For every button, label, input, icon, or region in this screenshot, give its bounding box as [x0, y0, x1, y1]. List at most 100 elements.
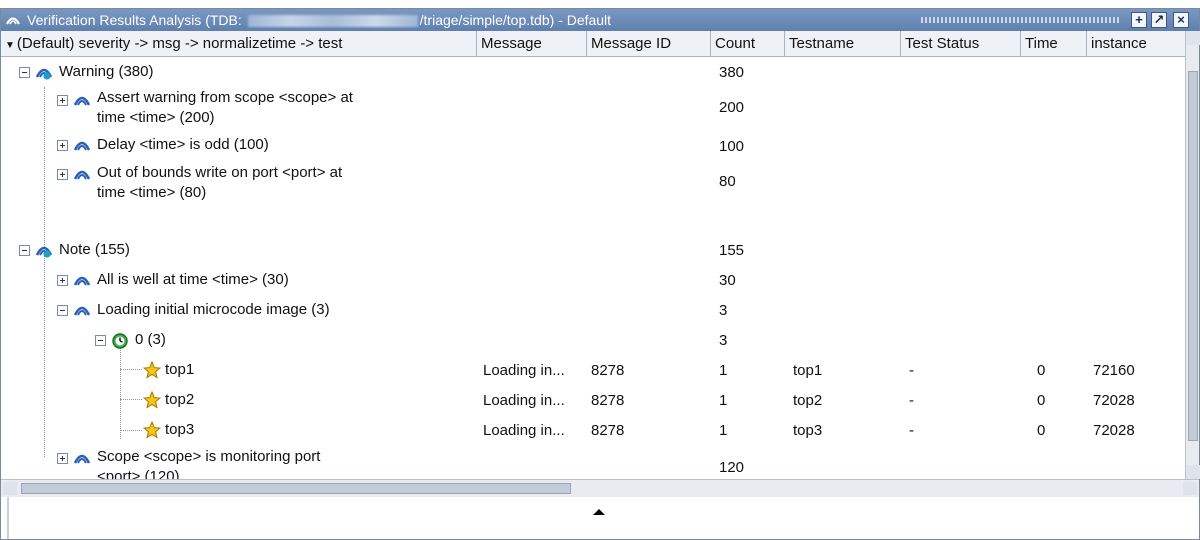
- count-cell: 100: [719, 138, 745, 155]
- message-id-cell: 8278: [591, 362, 625, 379]
- scroll-up-button[interactable]: [1186, 31, 1200, 45]
- count-cell: 3: [719, 302, 728, 319]
- collapse-toggle[interactable]: [19, 245, 30, 256]
- testname-cell: top2: [793, 392, 823, 409]
- tree-row-test[interactable]: top3 Loading in... 8278 1 top3 - 0 72028: [1, 417, 1185, 447]
- vertical-scrollbar[interactable]: [1185, 31, 1200, 479]
- row-label: Delay <time> is odd (100): [97, 136, 269, 153]
- row-label: Warning (380): [59, 63, 154, 80]
- instance-cell: 72160: [1093, 362, 1135, 379]
- count-cell: 1: [719, 422, 728, 439]
- count-cell: 1: [719, 362, 728, 379]
- tree-row-message[interactable]: All is well at time <time> (30) 30: [1, 267, 1185, 297]
- severity-group-icon: [35, 246, 53, 258]
- clock-icon: [112, 333, 128, 349]
- window-title-suffix: /triage/simple/top.tdb) - Default: [419, 12, 612, 28]
- expand-toggle[interactable]: [57, 140, 68, 151]
- row-label-line-2: time <time> (80): [97, 184, 207, 201]
- collapse-toggle[interactable]: [19, 67, 30, 78]
- instance-cell: 72028: [1093, 422, 1135, 439]
- message-cell: Loading in...: [483, 422, 565, 439]
- scroll-left-button[interactable]: [3, 482, 17, 495]
- cropped-heading-strip: [0, 0, 1200, 8]
- dropdown-arrow-icon[interactable]: ▼: [5, 40, 15, 51]
- column-header: ▼ (Default) severity -> msg -> normalizet…: [1, 31, 1185, 57]
- verification-results-window: Verification Results Analysis (TDB: /tri…: [0, 8, 1200, 540]
- tree-row-message[interactable]: Loading initial microcode image (3) 3: [1, 297, 1185, 327]
- tree-row-message[interactable]: Delay <time> is odd (100) 100: [1, 131, 1185, 161]
- splitter-expand-arrow-icon[interactable]: [593, 509, 605, 515]
- scroll-right-button[interactable]: [1183, 482, 1197, 495]
- row-label-line-2: time <time> (200): [97, 109, 215, 126]
- redacted-path: [247, 15, 418, 28]
- expand-toggle[interactable]: [57, 275, 68, 286]
- message-group-icon: [73, 170, 91, 180]
- collapse-toggle[interactable]: [57, 305, 68, 316]
- instance-cell: 72028: [1093, 392, 1135, 409]
- undock-button[interactable]: ↗: [1151, 12, 1167, 28]
- row-label-line-1: Scope <scope> is monitoring port: [97, 448, 321, 465]
- column-test-status[interactable]: Test Status: [901, 31, 1021, 57]
- expand-toggle[interactable]: [57, 453, 68, 464]
- row-label: top2: [165, 391, 195, 408]
- vertical-scroll-thumb[interactable]: [1188, 71, 1198, 441]
- bottom-pane: [1, 497, 1199, 539]
- row-label: All is well at time <time> (30): [97, 271, 289, 288]
- row-label-line-1: Assert warning from scope <scope> at: [97, 89, 353, 106]
- scroll-down-button[interactable]: [1186, 465, 1200, 479]
- message-id-cell: 8278: [591, 392, 625, 409]
- tree-row-message[interactable]: Assert warning from scope <scope> at tim…: [1, 87, 1185, 131]
- tree-hierarchy-label: (Default) severity -> msg -> normalizeti…: [16, 35, 343, 52]
- column-time[interactable]: Time: [1021, 31, 1087, 57]
- horizontal-scroll-thumb[interactable]: [21, 483, 571, 494]
- column-tree-hierarchy[interactable]: ▼ (Default) severity -> msg -> normalizet…: [1, 31, 477, 57]
- count-cell: 3: [719, 332, 728, 349]
- column-instance[interactable]: instance: [1087, 31, 1185, 57]
- severity-group-icon: [35, 68, 53, 80]
- app-icon: [6, 17, 20, 25]
- tree-row-note[interactable]: Note (155) 155: [1, 237, 1185, 267]
- count-cell: 80: [719, 173, 736, 190]
- message-group-icon: [73, 306, 91, 316]
- horizontal-scrollbar[interactable]: [1, 479, 1199, 497]
- message-group-icon: [73, 141, 91, 151]
- star-icon: [143, 361, 161, 379]
- count-cell: 30: [719, 272, 736, 289]
- expand-toggle[interactable]: [57, 169, 68, 180]
- star-icon: [143, 391, 161, 409]
- time-cell: 0: [1037, 422, 1046, 439]
- message-id-cell: 8278: [591, 422, 625, 439]
- row-label: Note (155): [59, 241, 130, 258]
- tree-row-warning[interactable]: Warning (380) 380: [1, 57, 1185, 87]
- message-group-icon: [73, 96, 91, 106]
- maximize-button[interactable]: +: [1131, 12, 1147, 28]
- window-title-prefix: Verification Results Analysis (TDB:: [27, 12, 246, 28]
- tree-row-test[interactable]: top2 Loading in... 8278 1 top2 - 0 72028: [1, 387, 1185, 417]
- collapse-toggle[interactable]: [95, 335, 106, 346]
- pane-edge: [7, 497, 9, 539]
- row-label: 0 (3): [135, 331, 166, 348]
- window-title: Verification Results Analysis (TDB: /tri…: [27, 9, 611, 31]
- results-tree: Warning (380) 380 Assert warning from sc…: [1, 57, 1185, 479]
- column-testname[interactable]: Testname: [785, 31, 901, 57]
- tree-row-message[interactable]: Scope <scope> is monitoring port <port> …: [1, 447, 1185, 479]
- column-count[interactable]: Count: [711, 31, 785, 57]
- row-label: Loading initial microcode image (3): [97, 301, 330, 318]
- count-cell: 120: [719, 459, 745, 476]
- star-icon: [143, 421, 161, 439]
- title-bar[interactable]: Verification Results Analysis (TDB: /tri…: [1, 9, 1199, 31]
- message-cell: Loading in...: [483, 362, 565, 379]
- time-cell: 0: [1037, 362, 1046, 379]
- tree-row-test[interactable]: top1 Loading in... 8278 1 top1 - 0 72160: [1, 357, 1185, 387]
- expand-toggle[interactable]: [57, 95, 68, 106]
- tree-row-time[interactable]: 0 (3) 3: [1, 327, 1185, 357]
- title-grip[interactable]: [921, 17, 1121, 23]
- count-cell: 1: [719, 392, 728, 409]
- column-message[interactable]: Message: [477, 31, 587, 57]
- column-message-id[interactable]: Message ID: [587, 31, 711, 57]
- testname-cell: top3: [793, 422, 823, 439]
- close-button[interactable]: ×: [1173, 12, 1189, 28]
- tree-row-message[interactable]: Out of bounds write on port <port> at ti…: [1, 161, 1185, 207]
- row-label-line-2: <port> (120): [97, 468, 180, 479]
- row-label: top1: [165, 361, 195, 378]
